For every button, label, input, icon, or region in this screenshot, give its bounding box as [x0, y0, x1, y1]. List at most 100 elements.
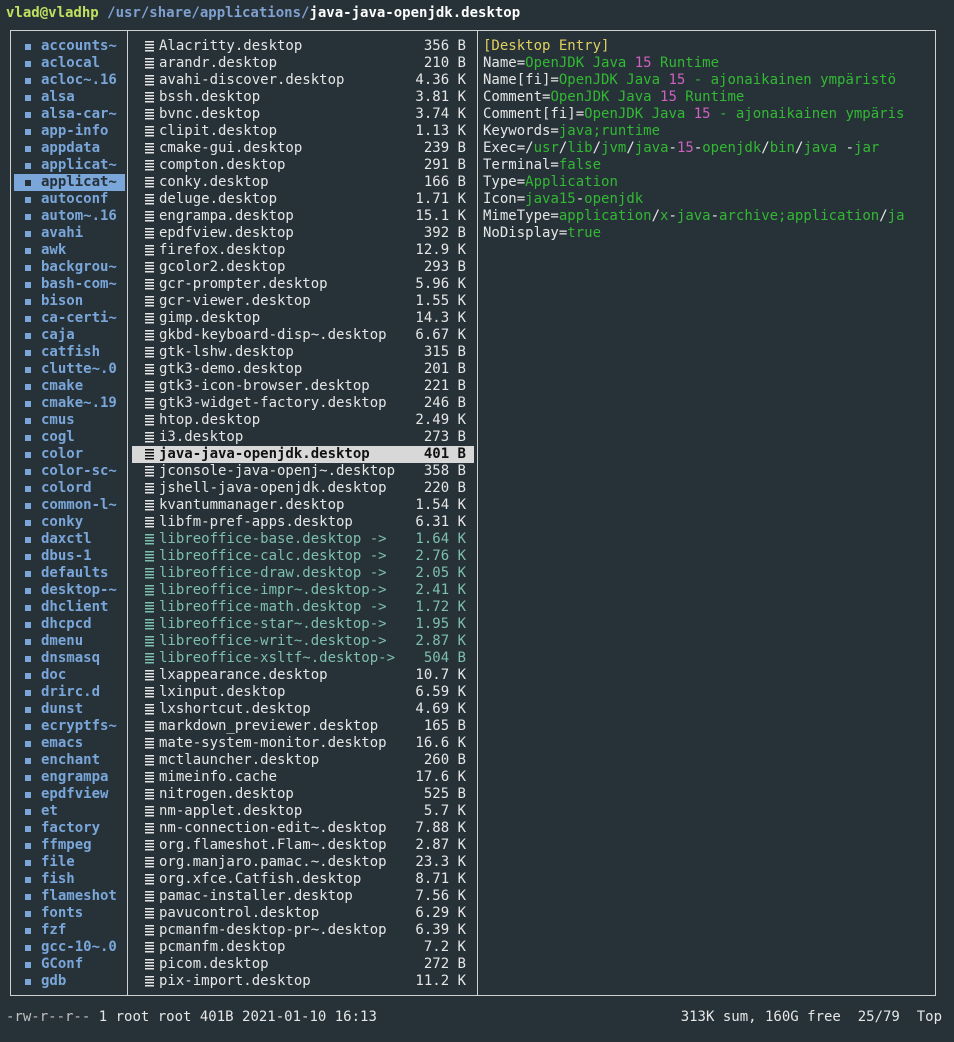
- file-item[interactable]: conky.desktop 166 B: [132, 174, 474, 191]
- parent-dir-item[interactable]: ca-certi~: [14, 310, 125, 327]
- file-item[interactable]: gkbd-keyboard-disp~.desktop 6.67 K: [132, 327, 474, 344]
- file-item[interactable]: engrampa.desktop 15.1 K: [132, 208, 474, 225]
- file-item[interactable]: bssh.desktop 3.81 K: [132, 89, 474, 106]
- file-item[interactable]: bvnc.desktop 3.74 K: [132, 106, 474, 123]
- file-item[interactable]: libreoffice-base.desktop -> 1.64 K: [132, 531, 474, 548]
- parent-dir-item[interactable]: dmenu: [14, 633, 125, 650]
- parent-dir-item[interactable]: gdb: [14, 973, 125, 990]
- file-item[interactable]: clipit.desktop 1.13 K: [132, 123, 474, 140]
- parent-dir-item[interactable]: doc: [14, 667, 125, 684]
- file-item[interactable]: org.xfce.Catfish.desktop 8.71 K: [132, 871, 474, 888]
- parent-dir-item[interactable]: dunst: [14, 701, 125, 718]
- parent-dir-item[interactable]: cmus: [14, 412, 125, 429]
- parent-dir-item[interactable]: engrampa: [14, 769, 125, 786]
- file-item[interactable]: gcolor2.desktop 293 B: [132, 259, 474, 276]
- parent-directory-column[interactable]: accounts~ aclocal acloc~.16 alsa alsa-car~ ap…: [14, 38, 125, 990]
- parent-dir-item[interactable]: alsa: [14, 89, 125, 106]
- parent-dir-item[interactable]: fzf: [14, 922, 125, 939]
- parent-dir-item[interactable]: color: [14, 446, 125, 463]
- parent-dir-item[interactable]: accounts~: [14, 38, 125, 55]
- file-item[interactable]: libfm-pref-apps.desktop 6.31 K: [132, 514, 474, 531]
- parent-dir-item[interactable]: backgrou~: [14, 259, 125, 276]
- parent-dir-item[interactable]: drirc.d: [14, 684, 125, 701]
- file-item[interactable]: org.flameshot.Flam~.desktop 2.87 K: [132, 837, 474, 854]
- file-item[interactable]: gtk3-icon-browser.desktop 221 B: [132, 378, 474, 395]
- file-item[interactable]: gtk-lshw.desktop 315 B: [132, 344, 474, 361]
- file-item[interactable]: markdown_previewer.desktop 165 B: [132, 718, 474, 735]
- parent-dir-item[interactable]: ecryptfs~: [14, 718, 125, 735]
- parent-dir-item[interactable]: bash-com~: [14, 276, 125, 293]
- file-item[interactable]: epdfview.desktop 392 B: [132, 225, 474, 242]
- parent-dir-item[interactable]: desktop-~: [14, 582, 125, 599]
- parent-dir-item[interactable]: dhcpcd: [14, 616, 125, 633]
- file-item[interactable]: gcr-viewer.desktop 1.55 K: [132, 293, 474, 310]
- parent-dir-item[interactable]: emacs: [14, 735, 125, 752]
- parent-dir-item[interactable]: cogl: [14, 429, 125, 446]
- file-item[interactable]: mimeinfo.cache 17.6 K: [132, 769, 474, 786]
- parent-dir-item[interactable]: cmake~.19: [14, 395, 125, 412]
- parent-dir-item[interactable]: avahi: [14, 225, 125, 242]
- parent-dir-item[interactable]: caja: [14, 327, 125, 344]
- parent-dir-item[interactable]: defaults: [14, 565, 125, 582]
- file-item[interactable]: pamac-installer.desktop 7.56 K: [132, 888, 474, 905]
- file-list-column[interactable]: Alacritty.desktop 356 B arandr.desktop 210 …: [132, 38, 474, 990]
- file-item[interactable]: jshell-java-openjdk.desktop 220 B: [132, 480, 474, 497]
- file-item[interactable]: libreoffice-draw.desktop -> 2.05 K: [132, 565, 474, 582]
- parent-dir-item[interactable]: alsa-car~: [14, 106, 125, 123]
- parent-dir-item[interactable]: color-sc~: [14, 463, 125, 480]
- file-item[interactable]: nitrogen.desktop 525 B: [132, 786, 474, 803]
- parent-dir-item[interactable]: acloc~.16: [14, 72, 125, 89]
- parent-dir-item[interactable]: enchant: [14, 752, 125, 769]
- parent-dir-item[interactable]: autom~.16: [14, 208, 125, 225]
- file-item[interactable]: libreoffice-star~.desktop-> 1.95 K: [132, 616, 474, 633]
- parent-dir-item[interactable]: epdfview: [14, 786, 125, 803]
- file-item[interactable]: nm-applet.desktop 5.7 K: [132, 803, 474, 820]
- file-item[interactable]: lxshortcut.desktop 4.69 K: [132, 701, 474, 718]
- file-item[interactable]: nm-connection-edit~.desktop 7.88 K: [132, 820, 474, 837]
- parent-dir-item[interactable]: common-l~: [14, 497, 125, 514]
- parent-dir-item[interactable]: et: [14, 803, 125, 820]
- parent-dir-item[interactable]: GConf: [14, 956, 125, 973]
- file-item[interactable]: cmake-gui.desktop 239 B: [132, 140, 474, 157]
- file-item[interactable]: libreoffice-xsltf~.desktop-> 504 B: [132, 650, 474, 667]
- file-item[interactable]: pix-import.desktop 11.2 K: [132, 973, 474, 990]
- parent-dir-item[interactable]: fonts: [14, 905, 125, 922]
- file-item[interactable]: gcr-prompter.desktop 5.96 K: [132, 276, 474, 293]
- file-item[interactable]: pavucontrol.desktop 6.29 K: [132, 905, 474, 922]
- file-item[interactable]: pcmanfm-desktop-pr~.desktop 6.39 K: [132, 922, 474, 939]
- file-item[interactable]: lxappearance.desktop 10.7 K: [132, 667, 474, 684]
- parent-dir-item[interactable]: conky: [14, 514, 125, 531]
- parent-dir-item[interactable]: aclocal: [14, 55, 125, 72]
- parent-dir-item[interactable]: flameshot: [14, 888, 125, 905]
- file-item[interactable]: gtk3-demo.desktop 201 B: [132, 361, 474, 378]
- parent-dir-item[interactable]: file: [14, 854, 125, 871]
- parent-dir-item[interactable]: awk: [14, 242, 125, 259]
- file-item[interactable]: gimp.desktop 14.3 K: [132, 310, 474, 327]
- parent-dir-item[interactable]: dhclient: [14, 599, 125, 616]
- parent-dir-item[interactable]: appdata: [14, 140, 125, 157]
- file-item[interactable]: kvantummanager.desktop 1.54 K: [132, 497, 474, 514]
- parent-dir-item[interactable]: gcc-10~.0: [14, 939, 125, 956]
- file-item[interactable]: mctlauncher.desktop 260 B: [132, 752, 474, 769]
- parent-dir-item[interactable]: fish: [14, 871, 125, 888]
- file-item[interactable]: pcmanfm.desktop 7.2 K: [132, 939, 474, 956]
- file-item[interactable]: libreoffice-impr~.desktop-> 2.41 K: [132, 582, 474, 599]
- file-item[interactable]: deluge.desktop 1.71 K: [132, 191, 474, 208]
- parent-dir-item[interactable]: dnsmasq: [14, 650, 125, 667]
- file-item[interactable]: arandr.desktop 210 B: [132, 55, 474, 72]
- file-item[interactable]: gtk3-widget-factory.desktop 246 B: [132, 395, 474, 412]
- parent-dir-item[interactable]: applicat~: [14, 174, 125, 191]
- parent-dir-item[interactable]: catfish: [14, 344, 125, 361]
- parent-dir-item[interactable]: daxctl: [14, 531, 125, 548]
- parent-dir-item[interactable]: app-info: [14, 123, 125, 140]
- file-item[interactable]: libreoffice-writ~.desktop-> 2.87 K: [132, 633, 474, 650]
- file-item[interactable]: firefox.desktop 12.9 K: [132, 242, 474, 259]
- file-item[interactable]: i3.desktop 273 B: [132, 429, 474, 446]
- file-item[interactable]: picom.desktop 272 B: [132, 956, 474, 973]
- file-item[interactable]: mate-system-monitor.desktop 16.6 K: [132, 735, 474, 752]
- parent-dir-item[interactable]: dbus-1: [14, 548, 125, 565]
- file-item[interactable]: org.manjaro.pamac.~.desktop 23.3 K: [132, 854, 474, 871]
- file-item-selected[interactable]: java-java-openjdk.desktop 401 B: [132, 446, 474, 463]
- parent-dir-item[interactable]: factory: [14, 820, 125, 837]
- file-item[interactable]: avahi-discover.desktop 4.36 K: [132, 72, 474, 89]
